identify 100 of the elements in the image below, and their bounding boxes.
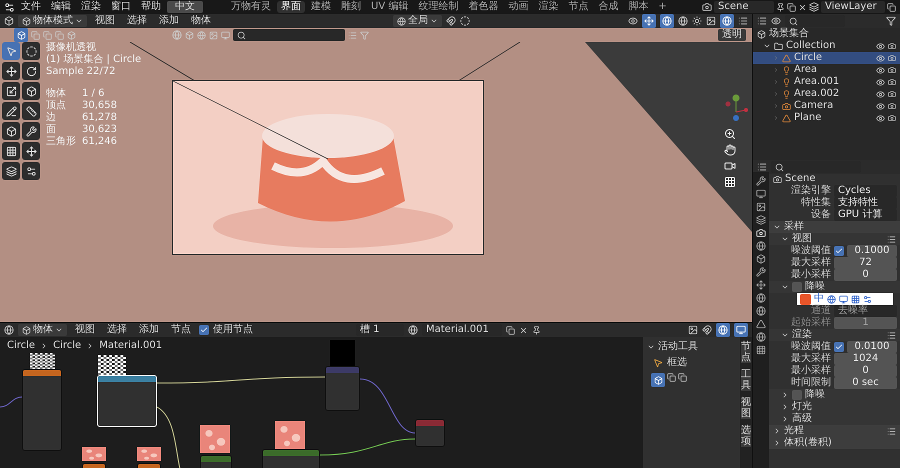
workspace-tab[interactable]: 界面 [277, 1, 305, 13]
shader-node[interactable] [415, 419, 445, 447]
outliner-item[interactable]: Area [753, 64, 900, 76]
mode-dropdown[interactable]: 物体模式 [18, 15, 87, 27]
tool-button[interactable] [22, 82, 40, 100]
tool-button[interactable] [22, 102, 40, 120]
number-field[interactable]: 0 [834, 269, 897, 281]
number-field[interactable]: 0 sec [834, 377, 897, 389]
workspace-tab[interactable]: 节点 [564, 1, 592, 13]
search-field[interactable] [233, 29, 345, 41]
tool-button[interactable] [2, 122, 20, 140]
number-field[interactable]: 72 [834, 257, 897, 269]
menu-item[interactable]: 文件 [17, 1, 45, 13]
workspace-tab[interactable]: 脚本 [624, 1, 652, 13]
language-button[interactable]: 中文 [167, 1, 203, 13]
menu-item[interactable]: 选择 [103, 324, 131, 336]
shader-node[interactable] [262, 449, 320, 468]
sidebar-tab[interactable]: 视图 [741, 397, 751, 419]
tool-button[interactable] [2, 82, 20, 100]
panel-header[interactable]: 高级 [769, 413, 900, 425]
tool-button[interactable] [2, 162, 20, 180]
menu-item[interactable]: 添加 [155, 15, 183, 27]
transparency-dropdown[interactable]: 透明 [718, 29, 746, 41]
sidebar-tab[interactable]: 选项 [741, 425, 751, 447]
tool-button[interactable] [22, 42, 40, 60]
eye-icon [876, 78, 885, 86]
workspace-tab[interactable]: 建模 [307, 1, 335, 13]
panel-header[interactable]: 视图 [769, 233, 900, 245]
menu-item[interactable]: 节点 [167, 324, 195, 336]
menu-item[interactable]: 视图 [91, 15, 119, 27]
workspace-tab[interactable]: 万物有灵 [227, 1, 275, 13]
tool-button[interactable] [2, 142, 20, 160]
caret-icon [75, 17, 83, 25]
view-layer-field[interactable]: ViewLayer [821, 1, 885, 13]
workspace-tab[interactable]: 动画 [504, 1, 532, 13]
checkbox[interactable] [834, 342, 844, 352]
menu-item[interactable]: 物体 [187, 15, 215, 27]
workspace-tab[interactable]: 合成 [594, 1, 622, 13]
object-dropdown[interactable]: 物体 [18, 324, 67, 336]
menu-item[interactable]: 添加 [135, 324, 163, 336]
outliner-root[interactable]: 场景集合 [753, 28, 900, 40]
dropdown-field[interactable]: Cycles [834, 185, 897, 197]
shader-node[interactable] [22, 369, 62, 451]
render-camera-icon [888, 54, 896, 62]
number-field[interactable]: 0.1000 [847, 245, 897, 257]
context-label: Scene [785, 173, 816, 184]
menu-item[interactable]: 窗口 [107, 1, 135, 13]
panel-header[interactable]: 灯光 [769, 401, 900, 413]
render-camera-icon [888, 78, 896, 86]
sidebar-tab[interactable]: 工具 [741, 369, 751, 391]
workspace-tab[interactable]: UV 编辑 [367, 1, 412, 13]
box-select-tool[interactable]: 框选 [647, 357, 736, 369]
dropdown-field[interactable]: GPU 计算 [834, 209, 897, 221]
outliner-item[interactable]: Plane [753, 112, 900, 124]
menu-item[interactable]: 帮助 [137, 1, 165, 13]
tool-button[interactable] [22, 162, 40, 180]
number-field[interactable]: 1024 [834, 353, 897, 365]
outliner-item[interactable]: Area.001 [753, 76, 900, 88]
menu-item[interactable]: 选择 [123, 15, 151, 27]
shader-node[interactable] [325, 366, 360, 411]
use-nodes-checkbox[interactable] [199, 325, 209, 335]
outliner-item[interactable]: Collection [753, 40, 900, 52]
property-label: 通道 [810, 305, 831, 316]
workspace-tab[interactable]: 纹理绘制 [414, 1, 462, 13]
menu-item[interactable]: 视图 [71, 324, 99, 336]
tool-button[interactable] [2, 102, 20, 120]
checkbox[interactable] [792, 282, 802, 292]
workspace-tab[interactable]: 着色器 [464, 1, 502, 13]
workspace-tab[interactable]: + [654, 1, 671, 13]
panel-header[interactable]: 降噪 [769, 281, 900, 293]
sidebar-tab[interactable]: 节点 [741, 341, 751, 363]
outliner-item[interactable]: Camera [753, 100, 900, 112]
dropdown-field[interactable]: 支持特性 [834, 197, 897, 209]
workspace-tab[interactable]: 雕刻 [337, 1, 365, 13]
panel-header[interactable]: 光程 [769, 425, 900, 437]
collection-icon [774, 42, 783, 50]
panel-header[interactable]: 降噪 [769, 389, 900, 401]
tool-button[interactable] [22, 142, 40, 160]
panel-header[interactable]: 采样 [769, 221, 900, 233]
number-field[interactable]: 0.0100 [847, 341, 897, 353]
ime-mode-label[interactable]: 中 [814, 293, 824, 305]
number-field[interactable]: 0 [834, 365, 897, 377]
checkbox[interactable] [834, 246, 844, 256]
eye-icon [876, 54, 885, 62]
panel-header[interactable]: 体积(卷积) [769, 437, 900, 449]
tool-button[interactable] [2, 62, 20, 80]
menu-item[interactable]: 编辑 [47, 1, 75, 13]
panel-header[interactable]: 渲染 [769, 329, 900, 341]
properties-tab-icon [756, 215, 766, 225]
tool-button[interactable] [22, 62, 40, 80]
material-field[interactable]: Material.001 [422, 324, 502, 336]
scene-field[interactable]: Scene [714, 1, 774, 13]
menu-item[interactable]: 渲染 [77, 1, 105, 13]
tool-button[interactable] [22, 122, 40, 140]
orientation-dropdown[interactable]: 全局 [393, 15, 442, 27]
workspace-tab[interactable]: 渲染 [534, 1, 562, 13]
outliner-item[interactable]: Area.002 [753, 88, 900, 100]
slot-dropdown[interactable]: 槽 1 [356, 324, 404, 336]
outliner-item[interactable]: Circle [753, 52, 900, 64]
checkbox[interactable] [792, 390, 802, 400]
